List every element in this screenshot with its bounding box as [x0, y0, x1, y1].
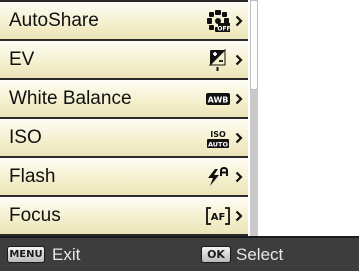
menu-item-ev[interactable]: EV	[0, 41, 248, 78]
menu-item-white-balance[interactable]: White Balance AWB	[0, 80, 248, 117]
awb-icon: AWB	[206, 87, 230, 111]
menu-item-autoshare[interactable]: AutoShare OFF	[0, 2, 248, 39]
menu-item-flash[interactable]: Flash	[0, 158, 248, 195]
scrollbar-thumb[interactable]	[250, 0, 258, 90]
ok-button-badge[interactable]: OK	[201, 246, 231, 263]
iso-icon-text-top: ISO	[210, 130, 226, 139]
menu-item-label: EV	[9, 49, 35, 70]
menu-item-label: Flash	[9, 166, 56, 187]
chevron-right-icon	[233, 119, 245, 156]
button-guide-bar: MENU Exit OK Select	[0, 236, 359, 271]
select-label: Select	[236, 245, 284, 264]
autofocus-icon: AF	[206, 204, 230, 228]
menu-item-focus[interactable]: Focus AF	[0, 197, 248, 234]
exposure-value-icon	[206, 48, 230, 72]
chevron-right-icon	[233, 2, 245, 39]
chevron-right-icon	[233, 80, 245, 117]
menu-item-label: Focus	[9, 205, 61, 226]
af-icon-text: AF	[211, 212, 226, 223]
iso-auto-icon: ISO AUTO	[206, 126, 230, 150]
flash-auto-icon	[206, 165, 230, 189]
svg-text:OFF: OFF	[217, 26, 230, 33]
menu-item-iso[interactable]: ISO ISO AUTO	[0, 119, 248, 156]
menu-item-label: AutoShare	[9, 10, 99, 31]
chevron-right-icon	[233, 197, 245, 234]
chevron-right-icon	[233, 158, 245, 195]
menu-button-badge[interactable]: MENU	[7, 246, 45, 263]
menu-item-label: ISO	[9, 127, 42, 148]
camera-settings-menu: AutoShare OFF EV White Balance AWB ISO I…	[0, 0, 248, 236]
exit-label: Exit	[52, 245, 81, 264]
preview-area	[258, 0, 359, 236]
menu-scrollbar[interactable]	[250, 0, 258, 236]
menu-item-label: White Balance	[9, 88, 132, 109]
iso-icon-text-bottom: AUTO	[208, 141, 229, 149]
autoshare-off-icon: OFF	[206, 9, 231, 33]
chevron-right-icon	[233, 41, 245, 78]
awb-icon-text: AWB	[208, 96, 229, 105]
